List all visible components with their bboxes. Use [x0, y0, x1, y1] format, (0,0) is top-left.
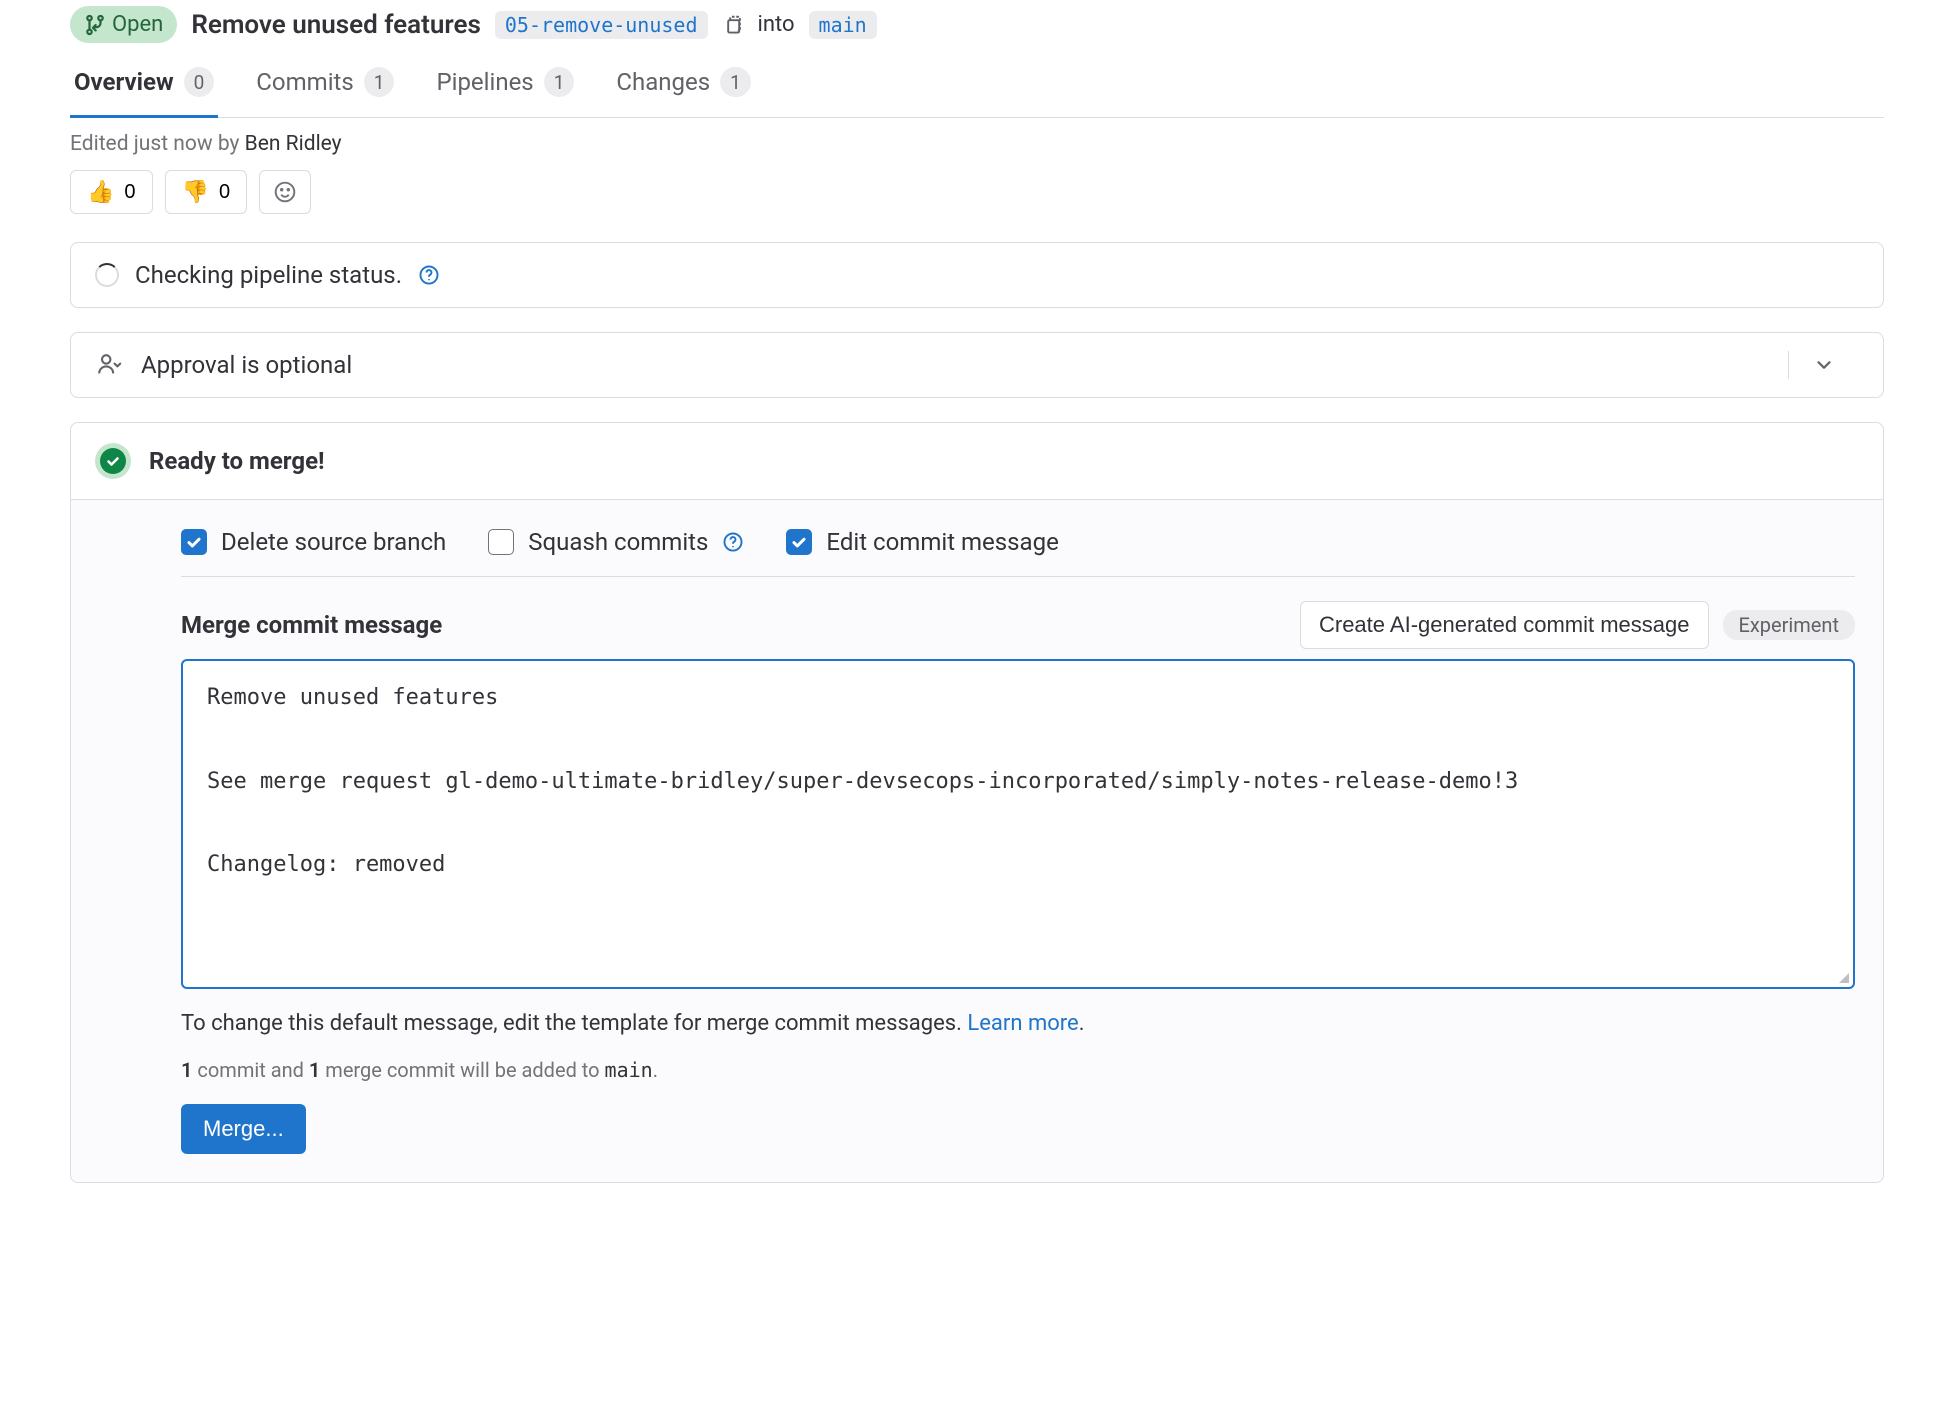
edited-prefix: Edited just now by [70, 132, 245, 156]
commit-message-title: Merge commit message [181, 611, 442, 639]
help-icon[interactable] [722, 531, 744, 553]
merge-request-header: Open Remove unused features 05-remove-un… [70, 0, 1884, 53]
merge-panel: Ready to merge! Delete source branch Squ… [70, 422, 1884, 1183]
tabs: Overview 0 Commits 1 Pipelines 1 Changes… [70, 53, 1884, 118]
pipeline-status-text: Checking pipeline status. [135, 261, 402, 289]
edit-commit-message-checkbox[interactable]: Edit commit message [786, 528, 1058, 556]
source-branch[interactable]: 05-remove-unused [495, 11, 708, 39]
status-label: Open [112, 12, 163, 37]
target-branch[interactable]: main [809, 11, 877, 39]
ai-generate-commit-button[interactable]: Create AI-generated commit message [1300, 601, 1709, 649]
tab-count: 1 [364, 67, 395, 97]
tab-label: Commits [256, 68, 353, 96]
approval-text: Approval is optional [141, 351, 352, 379]
tab-overview[interactable]: Overview 0 [70, 53, 218, 117]
smiley-icon [273, 180, 297, 204]
tab-count: 0 [184, 67, 215, 97]
tab-commits[interactable]: Commits 1 [252, 53, 398, 117]
delete-source-branch-checkbox[interactable]: Delete source branch [181, 528, 446, 556]
tab-label: Changes [616, 68, 710, 96]
thumbs-down-icon: 👎 [182, 179, 209, 205]
reactions-bar: 👍 0 👎 0 [70, 170, 1884, 242]
commit-message-wrapper [181, 659, 1855, 989]
thumbs-up-button[interactable]: 👍 0 [70, 170, 153, 214]
check-icon [105, 453, 121, 469]
into-label: into [758, 12, 795, 37]
checkbox-indicator [786, 529, 812, 555]
checkbox-label: Squash commits [528, 528, 708, 556]
ready-title: Ready to merge! [149, 447, 325, 475]
approvers-icon[interactable] [95, 351, 123, 379]
resize-handle[interactable] [1835, 969, 1851, 985]
checkbox-indicator [488, 529, 514, 555]
tab-pipelines[interactable]: Pipelines 1 [432, 53, 578, 117]
merge-request-title: Remove unused features [191, 10, 481, 40]
commit-info: 1 commit and 1 merge commit will be adde… [181, 1036, 1855, 1082]
merge-panel-body: Delete source branch Squash commits [71, 499, 1883, 1182]
pipeline-status-panel: Checking pipeline status. [70, 242, 1884, 308]
learn-more-link[interactable]: Learn more [967, 1011, 1078, 1036]
merge-request-icon [84, 14, 106, 36]
add-reaction-button[interactable] [259, 170, 311, 214]
tab-changes[interactable]: Changes 1 [612, 53, 754, 117]
thumbs-down-button[interactable]: 👎 0 [165, 170, 248, 214]
tab-label: Overview [74, 68, 174, 96]
merge-options: Delete source branch Squash commits [181, 500, 1855, 577]
thumbs-down-count: 0 [219, 181, 230, 204]
chevron-down-icon [1813, 354, 1835, 376]
ready-status-icon [95, 443, 131, 479]
author-link[interactable]: Ben Ridley [245, 132, 342, 156]
checkbox-indicator [181, 529, 207, 555]
checkbox-label: Delete source branch [221, 528, 446, 556]
approval-panel: Approval is optional [70, 332, 1884, 398]
tab-count: 1 [544, 67, 575, 97]
checkbox-label: Edit commit message [826, 528, 1058, 556]
copy-branch-icon[interactable] [722, 14, 744, 36]
thumbs-up-icon: 👍 [87, 179, 114, 205]
edited-by: Edited just now by Ben Ridley [70, 118, 1884, 170]
merge-button[interactable]: Merge... [181, 1104, 306, 1154]
expand-approval-button[interactable] [1788, 351, 1859, 379]
commit-message-textarea[interactable] [183, 661, 1853, 981]
thumbs-up-count: 0 [124, 181, 135, 204]
tab-label: Pipelines [436, 68, 533, 96]
merge-panel-header: Ready to merge! [71, 423, 1883, 499]
experiment-badge: Experiment [1723, 610, 1856, 640]
status-badge: Open [70, 6, 177, 43]
commit-message-section: Merge commit message Create AI-generated… [181, 577, 1855, 1154]
squash-commits-checkbox[interactable]: Squash commits [488, 528, 744, 556]
help-icon[interactable] [418, 264, 440, 286]
spinner-icon [95, 263, 119, 287]
tab-count: 1 [720, 67, 751, 97]
commit-message-subtext: To change this default message, edit the… [181, 989, 1855, 1036]
